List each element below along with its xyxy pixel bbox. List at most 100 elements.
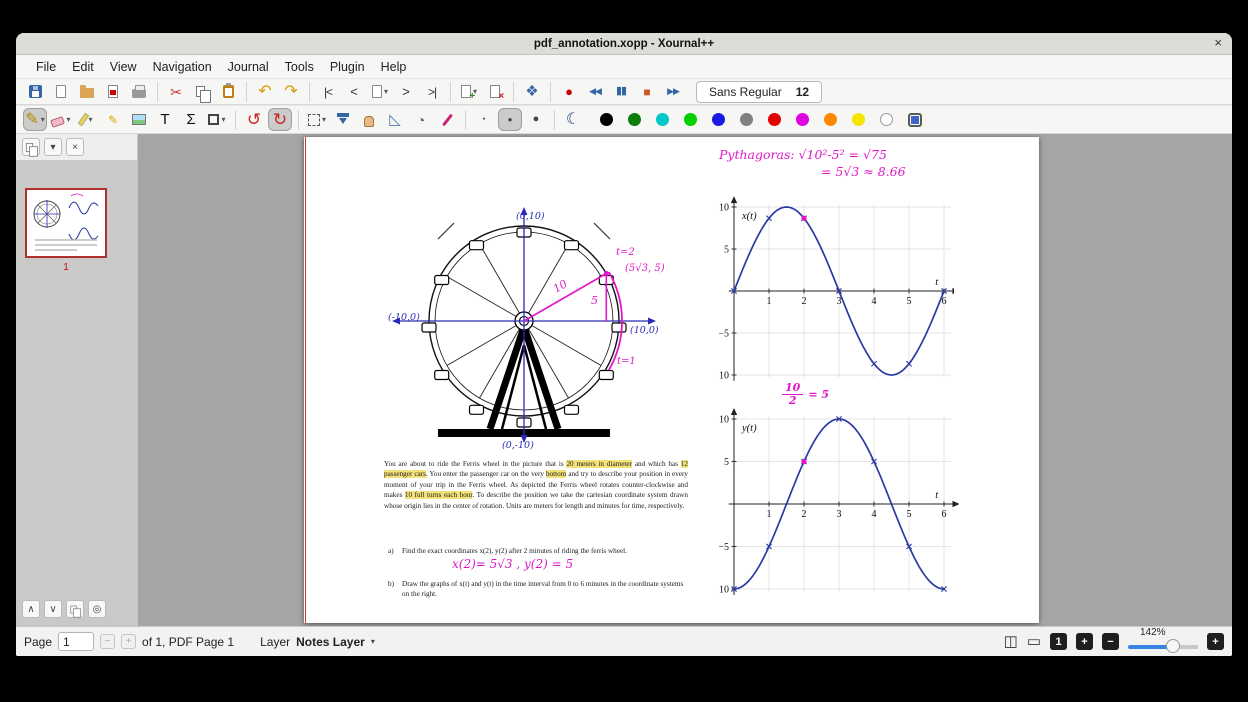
eraser-tool-button[interactable]: ▾	[49, 108, 73, 131]
new-page-after-button[interactable]: ▾	[457, 80, 481, 103]
delete-page-button[interactable]	[483, 80, 507, 103]
redo-button[interactable]: ↷	[279, 80, 303, 103]
menu-item-tools[interactable]: Tools	[277, 58, 322, 76]
dropdown-arrow-icon[interactable]: ▾	[221, 115, 225, 124]
page-increase-button[interactable]: +	[121, 634, 137, 649]
paste-button[interactable]	[216, 80, 240, 103]
last-page-button[interactable]: >|	[420, 80, 444, 103]
fullscreen-button[interactable]: ❖	[520, 80, 544, 103]
forward-button[interactable]: ▶▶	[661, 80, 685, 103]
rotate-left-tool-button[interactable]: ↺	[242, 108, 266, 131]
pythagoras-line1: Pythagoras: √10²-5² = √75	[719, 147, 887, 162]
copy-button[interactable]	[190, 80, 214, 103]
first-page-button[interactable]: |<	[316, 80, 340, 103]
text-tool-button[interactable]: T	[153, 108, 177, 131]
pdf-page[interactable]: Pythagoras: √10²-5² = √75 = 5√3 ≈ 8.66 1…	[304, 137, 1039, 623]
hand-tool-button[interactable]	[357, 108, 381, 131]
pencil-tool-button[interactable]: ✎	[101, 108, 125, 131]
zoom-in-button[interactable]: +	[1207, 633, 1224, 650]
print-button[interactable]	[127, 80, 151, 103]
dark-mode-toggle-button[interactable]: ☾	[561, 108, 585, 131]
color-swatch[interactable]	[712, 113, 725, 126]
record-audio-button[interactable]: ●	[557, 80, 581, 103]
layer-label: Layer	[260, 634, 291, 649]
dropdown-arrow-icon[interactable]: ▾	[41, 115, 45, 124]
spline-tool-button[interactable]	[435, 108, 459, 131]
open-button[interactable]	[75, 80, 99, 103]
pen-tool-button[interactable]: ✎ ▾	[23, 108, 47, 131]
color-swatch[interactable]	[768, 113, 781, 126]
color-swatch[interactable]	[740, 113, 753, 126]
thickness-medium-button[interactable]: ●	[498, 108, 522, 131]
sidebar-pages-tab-button[interactable]	[22, 138, 40, 157]
goto-page-button[interactable]: ▾	[368, 80, 392, 103]
dropdown-arrow-icon[interactable]: ▾	[66, 115, 70, 124]
sidebar-dropdown-button[interactable]: ▾	[44, 138, 62, 156]
font-button[interactable]: Sans Regular 12	[696, 80, 823, 103]
vertical-space-tool-button[interactable]	[331, 108, 355, 131]
color-swatch[interactable]	[796, 113, 809, 126]
shape-tool-button[interactable]: ▾	[205, 108, 229, 131]
menu-item-view[interactable]: View	[102, 58, 145, 76]
close-window-button[interactable]: ×	[1214, 35, 1222, 50]
rewind-button[interactable]: ◀◀	[583, 80, 607, 103]
cut-icon: ✂	[170, 83, 182, 100]
color-swatch[interactable]	[824, 113, 837, 126]
sidebar-close-button[interactable]: ×	[66, 138, 84, 156]
ruler-tool-button[interactable]: ◺	[383, 108, 407, 131]
zoom-out-button[interactable]: −	[1102, 633, 1119, 650]
dropdown-arrow-icon[interactable]: ▾	[384, 87, 388, 96]
select-region-tool-button[interactable]: ▾	[305, 108, 329, 131]
presentation-mode-button[interactable]: ▭	[1027, 634, 1041, 649]
new-file-button[interactable]	[49, 80, 73, 103]
scroll-up-button[interactable]: ∧	[22, 600, 40, 618]
menu-item-navigation[interactable]: Navigation	[145, 58, 220, 76]
pause-button[interactable]: ▮▮	[609, 80, 633, 103]
page-decrease-button[interactable]: −	[100, 634, 116, 649]
color-swatch[interactable]	[656, 113, 669, 126]
focus-page-button[interactable]: ◎	[88, 600, 106, 618]
cut-button[interactable]: ✂	[164, 80, 188, 103]
titlebar[interactable]: pdf_annotation.xopp - Xournal++ ×	[16, 33, 1232, 55]
color-swatch[interactable]	[852, 113, 865, 126]
layer-value[interactable]: Notes Layer	[296, 635, 365, 649]
export-pdf-button[interactable]	[101, 80, 125, 103]
thumbnail-panel[interactable]: 1 ∧ ∨ ◎	[16, 160, 137, 626]
page-number-input[interactable]	[58, 632, 95, 651]
color-swatch[interactable]	[684, 113, 697, 126]
color-swatch[interactable]	[628, 113, 641, 126]
zoom-original-button[interactable]: +	[1076, 633, 1093, 650]
menu-item-edit[interactable]: Edit	[64, 58, 102, 76]
rotate-right-tool-button[interactable]: ↻	[268, 108, 292, 131]
sidebar: ▾ × 1 ∧ ∨ ◎	[16, 134, 138, 626]
page-thumbnail[interactable]	[25, 188, 107, 258]
dropdown-arrow-icon[interactable]: ▾	[322, 115, 326, 124]
menu-item-file[interactable]: File	[28, 58, 64, 76]
dropdown-arrow-icon[interactable]: ▾	[88, 115, 92, 124]
compass-tool-button[interactable]: ◔	[409, 108, 433, 131]
menu-item-journal[interactable]: Journal	[220, 58, 277, 76]
scroll-down-button[interactable]: ∨	[44, 600, 62, 618]
menu-item-plugin[interactable]: Plugin	[322, 58, 373, 76]
thickness-fine-button[interactable]: ●	[472, 108, 496, 131]
undo-button[interactable]: ↶	[253, 80, 277, 103]
zoom-slider-track[interactable]	[1128, 644, 1198, 649]
document-canvas[interactable]: Pythagoras: √10²-5² = √75 = 5√3 ≈ 8.66 1…	[138, 134, 1232, 626]
previous-page-button[interactable]: <	[342, 80, 366, 103]
highlighter-tool-button[interactable]: ▾	[75, 108, 99, 131]
save-button[interactable]	[23, 80, 47, 103]
layer-dropdown-icon[interactable]: ▾	[371, 637, 375, 646]
dual-page-button[interactable]: ◫	[1004, 634, 1018, 649]
color-swatch[interactable]	[600, 113, 613, 126]
zoom-slider-handle[interactable]	[1166, 638, 1180, 653]
math-tex-tool-button[interactable]: Σ	[179, 108, 203, 131]
thickness-thick-button[interactable]: ●	[524, 108, 548, 131]
selected-color-indicator[interactable]	[908, 112, 922, 127]
duplicate-view-button[interactable]	[66, 600, 84, 618]
menu-item-help[interactable]: Help	[373, 58, 415, 76]
color-swatch[interactable]	[880, 113, 893, 126]
stop-button[interactable]: ■	[635, 80, 659, 103]
next-page-button[interactable]: >	[394, 80, 418, 103]
page-fit-button[interactable]: 1	[1050, 633, 1067, 650]
image-tool-button[interactable]	[127, 108, 151, 131]
